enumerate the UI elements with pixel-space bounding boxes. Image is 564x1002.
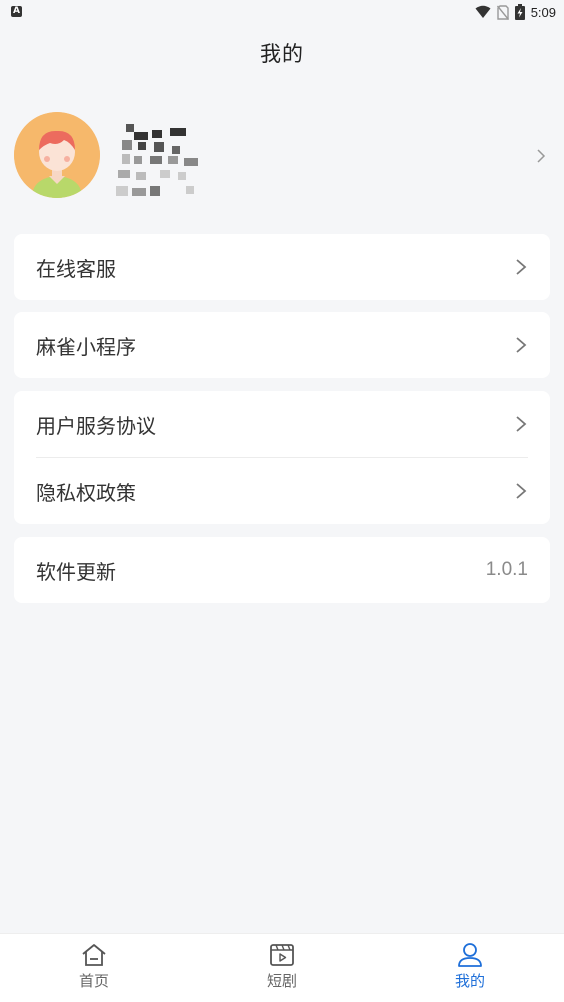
nav-label: 我的 (454, 972, 485, 990)
notification-icon: A (11, 6, 22, 17)
menu-item-label: 在线客服 (36, 256, 116, 281)
chevron-right-icon (516, 259, 527, 275)
menu-item-software-update[interactable]: 软件更新 1.0.1 (14, 537, 550, 603)
card-agreements: 用户服务协议 隐私权政策 (14, 391, 550, 524)
menu-item-label: 隐私权政策 (36, 480, 136, 505)
no-sim-icon (496, 4, 509, 20)
card-mini-program: 麻雀小程序 (14, 312, 550, 378)
chevron-right-icon (516, 483, 527, 499)
status-icons: 5:09 (475, 3, 556, 21)
bottom-nav: 首页 短剧 我的 (0, 933, 564, 1002)
menu-item-label: 麻雀小程序 (36, 334, 136, 359)
card-online-service: 在线客服 (14, 234, 550, 300)
card-software-update: 软件更新 1.0.1 (14, 537, 550, 603)
page-title: 我的 (260, 42, 304, 66)
nav-label: 首页 (78, 972, 109, 990)
version-text: 1.0.1 (485, 559, 528, 580)
menu-item-online-service[interactable]: 在线客服 (14, 234, 550, 300)
battery-charging-icon (514, 4, 525, 20)
status-time: 5:09 (530, 4, 556, 20)
menu-item-user-agreement[interactable]: 用户服务协议 (14, 391, 550, 457)
menu-item-mini-program[interactable]: 麻雀小程序 (14, 312, 550, 378)
menu-item-privacy-policy[interactable]: 隐私权政策 (14, 458, 550, 524)
nav-item-mine[interactable]: 我的 (376, 934, 564, 1002)
nav-item-home[interactable]: 首页 (0, 934, 188, 1002)
status-bar: A 5:09 (0, 0, 564, 24)
avatar-girl-icon (14, 112, 100, 198)
nav-label: 短剧 (266, 972, 297, 990)
home-icon (82, 944, 106, 966)
nav-item-short-drama[interactable]: 短剧 (188, 934, 376, 1002)
username-obscured (114, 116, 214, 202)
profile-section[interactable] (0, 110, 564, 202)
screen: A 5:09 我的 在线客服 麻雀小程序 用户服务协议 隐私权政策 软件更新 1… (0, 0, 564, 1002)
chevron-right-icon[interactable] (536, 148, 546, 164)
chevron-right-icon (516, 416, 527, 432)
wifi-icon (475, 5, 491, 18)
menu-item-label: 用户服务协议 (36, 413, 156, 438)
menu-item-label: 软件更新 (36, 559, 116, 584)
chevron-right-icon (516, 337, 527, 353)
avatar[interactable] (14, 112, 100, 198)
clapperboard-icon (270, 944, 294, 966)
user-icon (458, 943, 482, 967)
